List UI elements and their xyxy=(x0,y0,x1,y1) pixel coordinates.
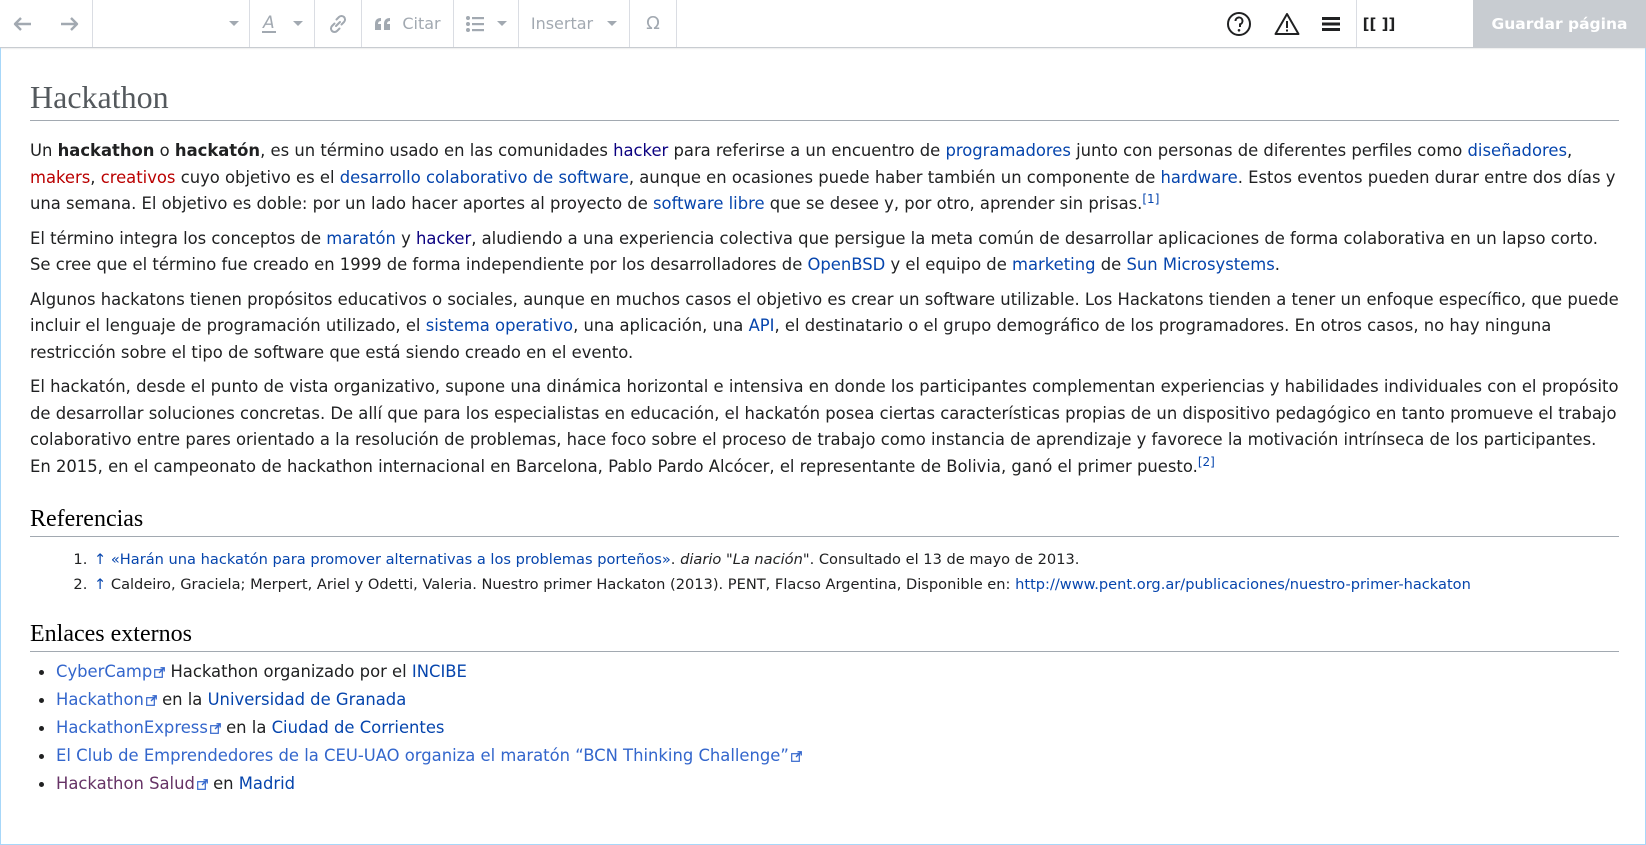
reference-item: ↑ «Harán una hackatón para promover alte… xyxy=(92,547,1619,572)
cite-button[interactable]: Citar xyxy=(362,0,453,47)
link-disenadores[interactable]: diseñadores xyxy=(1468,141,1567,160)
quote-icon xyxy=(375,17,391,30)
references-list: ↑ «Harán una hackatón para promover alte… xyxy=(30,547,1619,597)
special-character-button[interactable]: Ω xyxy=(630,0,676,47)
link-button[interactable] xyxy=(315,0,361,47)
external-link-icon xyxy=(196,779,208,790)
omega-icon: Ω xyxy=(646,13,660,34)
chevron-down-icon xyxy=(293,21,303,26)
paragraph-1: Un hackathon o hackatón, es un término u… xyxy=(30,141,1616,213)
switch-to-source-button[interactable]: [[ ]] xyxy=(1357,0,1401,47)
save-page-label: Guardar página xyxy=(1491,14,1628,33)
chevron-down-icon xyxy=(607,21,618,26)
save-page-button[interactable]: Guardar página xyxy=(1473,0,1646,47)
paragraph-format-dropdown[interactable] xyxy=(93,0,249,47)
paragraph-4: El hackatón, desde el punto de vista org… xyxy=(30,377,1619,476)
link-marketing[interactable]: marketing xyxy=(1012,255,1096,274)
link-hacker-2[interactable]: hacker xyxy=(416,229,471,248)
link-universidad-granada[interactable]: Universidad de Granada xyxy=(208,690,407,709)
paragraph-2: El término integra los conceptos de mara… xyxy=(30,228,1598,275)
list-item: Hackathon en la Universidad de Granada xyxy=(39,686,1619,714)
reference-item: ↑ Caldeiro, Graciela; Merpert, Ariel y O… xyxy=(92,572,1619,597)
external-link[interactable]: Hackathon xyxy=(56,690,144,709)
insert-dropdown[interactable]: Insertar xyxy=(519,0,629,47)
external-link[interactable]: El Club de Emprendedores de la CEU-UAO o… xyxy=(56,746,789,765)
link-ciudad-corrientes[interactable]: Ciudad de Corrientes xyxy=(272,718,445,737)
article-body: Hackathon Un hackathon o hackatón, es un… xyxy=(30,48,1619,798)
external-link-icon xyxy=(145,695,157,706)
link-makers[interactable]: makers xyxy=(30,168,90,187)
link-sun-microsystems[interactable]: Sun Microsystems xyxy=(1126,255,1274,274)
reference-1-link[interactable]: [1] xyxy=(1142,192,1159,206)
references-heading: Referencias xyxy=(30,504,1619,537)
edit-surface[interactable]: Hackathon Un hackathon o hackatón, es un… xyxy=(0,48,1646,845)
backlink-arrow[interactable]: ↑ xyxy=(94,576,106,593)
reference-url-link[interactable]: http://www.pent.org.ar/publicaciones/nue… xyxy=(1015,576,1471,593)
external-link[interactable]: HackathonExpress xyxy=(56,718,208,737)
link-hacker[interactable]: hacker xyxy=(613,141,668,160)
editor-toolbar: A Citar Insertar Ω [[ ]] Guardar página xyxy=(0,0,1646,48)
list-item: Hackathon Salud en Madrid xyxy=(39,770,1619,798)
link-software-libre[interactable]: software libre xyxy=(653,194,765,213)
text-style-dropdown[interactable]: A xyxy=(250,0,314,47)
redo-icon xyxy=(61,16,79,31)
cite-label: Citar xyxy=(402,14,441,33)
link-openbsd[interactable]: OpenBSD xyxy=(808,255,886,274)
backlink-arrow[interactable]: ↑ xyxy=(94,551,106,568)
hamburger-menu-icon xyxy=(1322,16,1340,31)
external-links-list: CyberCamp Hackathon organizado por el IN… xyxy=(30,658,1619,798)
reference-2-link[interactable]: [2] xyxy=(1198,455,1215,469)
link-programadores[interactable]: programadores xyxy=(945,141,1070,160)
link-madrid[interactable]: Madrid xyxy=(239,774,295,793)
link-maraton[interactable]: maratón xyxy=(326,229,396,248)
external-link[interactable]: CyberCamp xyxy=(56,662,152,681)
link-desarrollo-colaborativo[interactable]: desarrollo colaborativo de software xyxy=(340,168,629,187)
help-button[interactable] xyxy=(1214,0,1264,47)
link-creativos[interactable]: creativos xyxy=(101,168,176,187)
help-icon xyxy=(1227,11,1251,36)
page-title: Hackathon xyxy=(30,78,1619,121)
link-api[interactable]: API xyxy=(749,316,775,335)
alert-icon xyxy=(1274,12,1300,35)
chevron-down-icon xyxy=(497,21,507,26)
reference-link[interactable]: «Harán una hackatón para promover altern… xyxy=(111,551,671,568)
source-editor-icon: [[ ]] xyxy=(1362,14,1396,33)
insert-label: Insertar xyxy=(530,14,594,33)
external-link[interactable]: Hackathon Salud xyxy=(56,774,195,793)
external-link-icon xyxy=(154,667,166,678)
link-incibe[interactable]: INCIBE xyxy=(412,662,467,681)
notices-button[interactable] xyxy=(1264,0,1310,47)
link-hardware[interactable]: hardware xyxy=(1161,168,1238,187)
undo-icon xyxy=(13,16,31,31)
text-style-icon: A xyxy=(262,13,276,33)
list-item: HackathonExpress en la Ciudad de Corrien… xyxy=(39,714,1619,742)
external-link-icon xyxy=(790,751,802,762)
link-icon xyxy=(329,14,347,33)
paragraph-3: Algunos hackatons tienen propósitos educ… xyxy=(30,289,1619,362)
undo-button[interactable] xyxy=(0,0,46,47)
svg-text:A: A xyxy=(262,13,275,33)
list-item: El Club de Emprendedores de la CEU-UAO o… xyxy=(39,742,1619,770)
bullet-list-icon xyxy=(466,15,484,32)
external-link-icon xyxy=(209,723,221,734)
page-options-button[interactable] xyxy=(1310,0,1352,47)
list-dropdown[interactable] xyxy=(454,0,518,47)
list-item: CyberCamp Hackathon organizado por el IN… xyxy=(39,658,1619,686)
link-sistema-operativo[interactable]: sistema operativo xyxy=(426,316,573,335)
external-links-heading: Enlaces externos xyxy=(30,619,1619,652)
chevron-down-icon xyxy=(229,21,239,26)
redo-button[interactable] xyxy=(46,0,92,47)
